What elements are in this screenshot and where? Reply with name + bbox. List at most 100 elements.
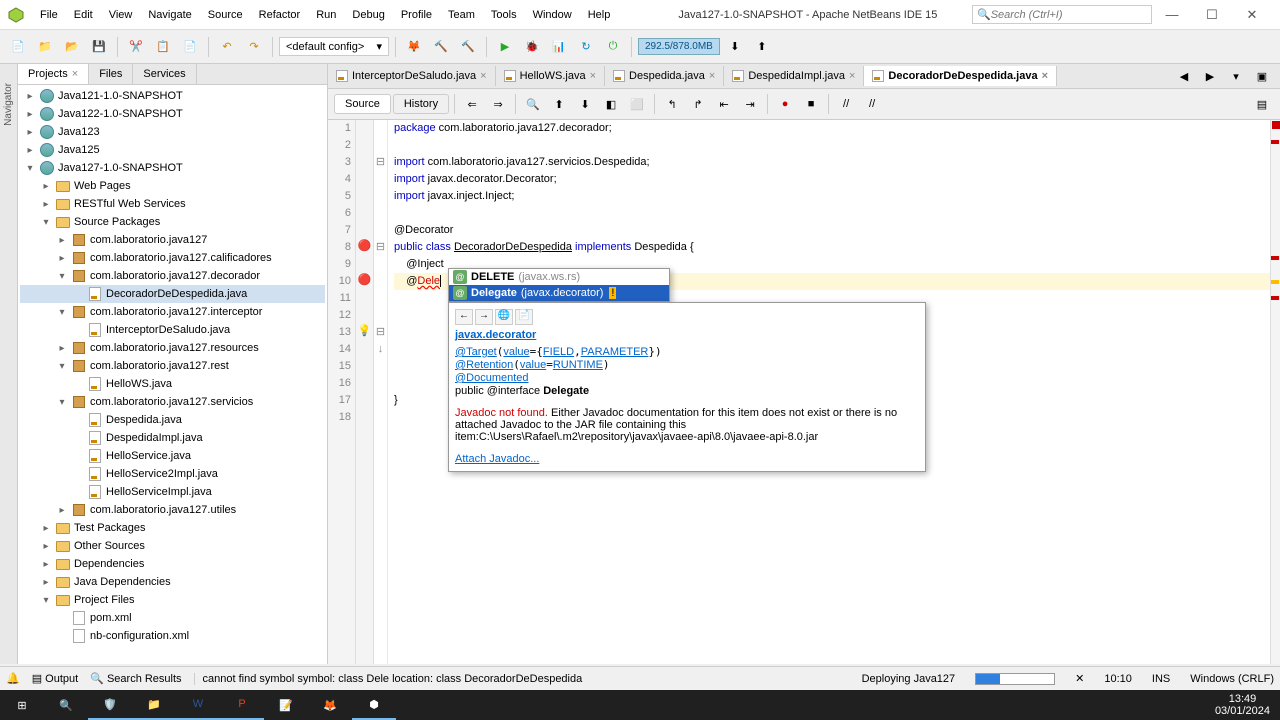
insert-mode[interactable]: INS xyxy=(1152,673,1170,685)
powerpoint-taskbar-icon[interactable]: P xyxy=(220,690,264,720)
search-input[interactable] xyxy=(991,9,1147,21)
tree-item[interactable]: ▸RESTful Web Services xyxy=(20,195,325,213)
clean-build-button[interactable]: 🔨 xyxy=(456,35,480,59)
tree-toggle[interactable]: ▾ xyxy=(40,595,52,606)
tree-item[interactable]: ▾com.laboratorio.java127.decorador xyxy=(20,267,325,285)
tree-item[interactable]: ▸com.laboratorio.java127 xyxy=(20,231,325,249)
tree-toggle[interactable]: ▸ xyxy=(40,523,52,534)
cut-button[interactable]: ✂️ xyxy=(124,35,148,59)
word-taskbar-icon[interactable]: W xyxy=(176,690,220,720)
search-taskbar-button[interactable]: 🔍 xyxy=(44,690,88,720)
split-button[interactable]: ▤ xyxy=(1250,92,1274,116)
code-content[interactable]: package com.laboratorio.java127.decorado… xyxy=(388,120,1270,664)
explorer-taskbar-icon[interactable]: 📁 xyxy=(132,690,176,720)
editor-tab[interactable]: InterceptorDeSaludo.java× xyxy=(328,66,496,86)
tree-toggle[interactable]: ▸ xyxy=(24,91,36,102)
tree-item[interactable]: InterceptorDeSaludo.java xyxy=(20,321,325,339)
prev-tab-button[interactable]: ◀ xyxy=(1172,64,1196,88)
editor-tab[interactable]: Despedida.java× xyxy=(605,66,724,86)
browser-button[interactable]: 🦊 xyxy=(402,35,426,59)
tree-toggle[interactable]: ▸ xyxy=(40,541,52,552)
config-dropdown[interactable]: <default config>▾ xyxy=(279,37,389,56)
menu-team[interactable]: Team xyxy=(440,5,483,25)
close-icon[interactable]: × xyxy=(480,70,486,82)
tree-item[interactable]: DespedidaImpl.java xyxy=(20,429,325,447)
editor-tab[interactable]: DecoradorDeDespedida.java× xyxy=(864,66,1057,86)
tree-toggle[interactable]: ▸ xyxy=(56,343,68,354)
firefox-taskbar-icon[interactable]: 🦊 xyxy=(308,690,352,720)
tree-item[interactable]: HelloWS.java xyxy=(20,375,325,393)
tree-item[interactable]: Despedida.java xyxy=(20,411,325,429)
tree-item[interactable]: ▸Java125 xyxy=(20,141,325,159)
next-bookmark-button[interactable]: ↱ xyxy=(686,92,710,116)
tree-toggle[interactable]: ▸ xyxy=(56,505,68,516)
git-push-button[interactable]: ⬆ xyxy=(750,35,774,59)
close-button[interactable]: ✕ xyxy=(1232,7,1272,23)
netbeans-taskbar-icon[interactable]: ⬢ xyxy=(352,690,396,720)
minimize-button[interactable]: — xyxy=(1152,7,1192,22)
notepad-taskbar-icon[interactable]: 📝 xyxy=(264,690,308,720)
start-button[interactable]: ⊞ xyxy=(0,690,44,720)
tree-toggle[interactable]: ▸ xyxy=(24,127,36,138)
tree-item[interactable]: ▸Java Dependencies xyxy=(20,573,325,591)
quick-search[interactable]: 🔍 xyxy=(972,5,1152,24)
project-tree[interactable]: ▸Java121-1.0-SNAPSHOT▸Java122-1.0-SNAPSH… xyxy=(18,85,327,664)
tree-item[interactable]: ▸Java121-1.0-SNAPSHOT xyxy=(20,87,325,105)
tree-item[interactable]: ▸Web Pages xyxy=(20,177,325,195)
redo-button[interactable]: ↷ xyxy=(242,35,266,59)
new-file-button[interactable]: 📄 xyxy=(6,35,30,59)
projects-tab[interactable]: Projects× xyxy=(18,64,89,84)
tree-item[interactable]: ▾Project Files xyxy=(20,591,325,609)
notifications-icon[interactable]: 🔔 xyxy=(6,672,20,685)
code-completion-popup[interactable]: @ DELETE (javax.ws.rs) @ Delegate (javax… xyxy=(448,268,670,302)
toggle-highlight-button[interactable]: ◧ xyxy=(599,92,623,116)
tab-list-button[interactable]: ▾ xyxy=(1224,64,1248,88)
tree-item[interactable]: ▸Java123 xyxy=(20,123,325,141)
output-tab[interactable]: ▤ Output xyxy=(32,672,78,685)
tooltip-browser-button[interactable]: 🌐 xyxy=(495,309,513,325)
error-stripe[interactable] xyxy=(1270,120,1280,664)
tree-item[interactable]: ▾com.laboratorio.java127.interceptor xyxy=(20,303,325,321)
tooltip-source-button[interactable]: 📄 xyxy=(515,309,533,325)
menu-help[interactable]: Help xyxy=(580,5,619,25)
find-next-button[interactable]: ⬇ xyxy=(573,92,597,116)
tree-item[interactable]: ▾com.laboratorio.java127.rest xyxy=(20,357,325,375)
tooltip-back-button[interactable]: ← xyxy=(455,309,473,325)
menu-window[interactable]: Window xyxy=(525,5,580,25)
tree-item[interactable]: DecoradorDeDespedida.java xyxy=(20,285,325,303)
new-project-button[interactable]: 📁 xyxy=(33,35,57,59)
encoding-indicator[interactable]: Windows (CRLF) xyxy=(1190,673,1274,685)
tree-toggle[interactable]: ▾ xyxy=(56,397,68,408)
menu-view[interactable]: View xyxy=(101,5,141,25)
tree-item[interactable]: ▸Other Sources xyxy=(20,537,325,555)
comment-button[interactable]: // xyxy=(834,92,858,116)
prev-bookmark-button[interactable]: ↰ xyxy=(660,92,684,116)
tree-item[interactable]: HelloService2Impl.java xyxy=(20,465,325,483)
tree-item[interactable]: ▸Dependencies xyxy=(20,555,325,573)
nav-fwd-button[interactable]: ⇒ xyxy=(486,92,510,116)
tree-toggle[interactable]: ▸ xyxy=(56,235,68,246)
tooltip-package-link[interactable]: javax.decorator xyxy=(455,329,536,341)
paste-button[interactable]: 📄 xyxy=(178,35,202,59)
completion-item-delete[interactable]: @ DELETE (javax.ws.rs) xyxy=(449,269,669,285)
editor-tab[interactable]: HelloWS.java× xyxy=(496,66,605,86)
profile-button[interactable]: 📊 xyxy=(547,35,571,59)
maximize-editor-button[interactable]: ▣ xyxy=(1250,64,1274,88)
tree-toggle[interactable]: ▾ xyxy=(40,217,52,228)
tree-item[interactable]: ▸com.laboratorio.java127.utiles xyxy=(20,501,325,519)
brave-taskbar-icon[interactable]: 🛡️ xyxy=(88,690,132,720)
windows-taskbar[interactable]: ⊞ 🔍 🛡️ 📁 W P 📝 🦊 ⬢ 13:4903/01/2024 xyxy=(0,690,1280,720)
editor-tab[interactable]: DespedidaImpl.java× xyxy=(724,66,864,86)
close-icon[interactable]: × xyxy=(849,70,855,82)
tree-toggle[interactable]: ▸ xyxy=(40,199,52,210)
tree-item[interactable]: ▸Java122-1.0-SNAPSHOT xyxy=(20,105,325,123)
reload-button[interactable]: ↻ xyxy=(574,35,598,59)
save-all-button[interactable]: 💾 xyxy=(87,35,111,59)
tree-item[interactable]: pom.xml xyxy=(20,609,325,627)
git-pull-button[interactable]: ⬇ xyxy=(723,35,747,59)
menu-profile[interactable]: Profile xyxy=(393,5,440,25)
open-project-button[interactable]: 📂 xyxy=(60,35,84,59)
tree-item[interactable]: ▾com.laboratorio.java127.servicios xyxy=(20,393,325,411)
tree-item[interactable]: ▸Test Packages xyxy=(20,519,325,537)
fold-gutter[interactable]: ⊟ ⊟ ⊟↓ xyxy=(374,120,388,664)
